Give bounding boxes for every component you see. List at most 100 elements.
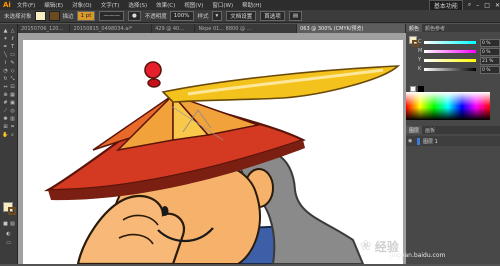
magic-wand-tool-icon[interactable]: ✶ <box>2 36 9 42</box>
watermark: ❀ 经验 jingyan.baidu.com <box>360 228 500 264</box>
opacity-select[interactable]: 100% <box>169 11 194 21</box>
gradient-tool-icon[interactable]: ▣ <box>9 100 16 106</box>
workspace-switcher[interactable]: 基本功能 <box>428 0 463 11</box>
selection-tool-icon[interactable]: ▲ <box>2 28 9 34</box>
doc-tab-active[interactable]: 063 @ 300% (CMYK/预览) <box>297 24 406 33</box>
perspective-grid-tool-icon[interactable]: ▦ <box>9 92 16 98</box>
eyedropper-tool-icon[interactable]: ⟋ <box>2 108 9 114</box>
selection-status: 未选择对象 <box>4 14 32 20</box>
channel-y-value[interactable]: 21 % <box>480 57 500 65</box>
color-panel-tabs: 颜色 颜色参考 <box>406 24 500 32</box>
hand-tool-icon[interactable]: ✋ <box>2 132 9 138</box>
menu-effect[interactable]: 效果(C) <box>156 1 175 9</box>
eye-icon[interactable]: ◉ <box>408 138 414 144</box>
channel-c-label: C <box>418 39 422 45</box>
channel-k-slider[interactable] <box>424 68 476 71</box>
style-select[interactable]: ▾ <box>211 11 223 21</box>
stroke-color-box[interactable] <box>8 207 16 215</box>
close-icon[interactable]: ✕ <box>495 2 500 9</box>
pen-tool-icon[interactable]: ✒ <box>2 44 9 50</box>
channel-m-value[interactable]: 0 % <box>480 48 500 56</box>
layer-color-chip <box>417 137 420 145</box>
layer-name[interactable]: 图层 1 <box>423 138 438 145</box>
arrange-icon[interactable]: ▤ <box>288 11 303 21</box>
menu-object[interactable]: 对象(O) <box>72 1 92 9</box>
eraser-tool-icon[interactable]: ◇ <box>9 68 16 74</box>
rectangle-tool-icon[interactable]: ▭ <box>9 52 16 58</box>
rotate-tool-icon[interactable]: ↻ <box>2 76 9 82</box>
toolbox: ▲ △ ✶ ℓ ✒ T ╲ ▭ ⌇ ✎ ◔ ◇ ↻ ⤡ ⇔ ⊡ ⊕ ▦ # ▣ … <box>0 24 18 264</box>
document-tabs: 20150706_120... 20150815_0498034.ai* 429… <box>18 24 406 33</box>
artboard-tool-icon[interactable]: ⊞ <box>2 124 9 130</box>
blob-brush-tool-icon[interactable]: ◔ <box>2 68 9 74</box>
lasso-tool-icon[interactable]: ℓ <box>9 36 16 42</box>
shape-builder-tool-icon[interactable]: ⊕ <box>2 92 9 98</box>
doc-setup-button[interactable]: 文档设置 <box>226 11 257 21</box>
blend-tool-icon[interactable]: ◎ <box>9 108 16 114</box>
line-tool-icon[interactable]: ╲ <box>2 52 9 58</box>
doc-tab[interactable]: 20150815_0498034.ai* <box>70 24 153 33</box>
opacity-label: 不透明度 <box>144 14 167 20</box>
cursor-icon: ⌐ <box>23 128 24 137</box>
channel-c-value[interactable]: 0 % <box>480 39 500 47</box>
menu-help[interactable]: 帮助(H) <box>242 1 261 9</box>
stroke-label: 描边 <box>62 14 74 20</box>
watermark-url: jingyan.baidu.com <box>390 252 446 259</box>
stroke-swatch[interactable] <box>48 11 60 21</box>
free-transform-tool-icon[interactable]: ⊡ <box>9 84 16 90</box>
eye-shape <box>161 206 169 216</box>
menu-type[interactable]: 文字(T) <box>101 1 120 9</box>
zoom-tool-icon[interactable]: ⌕ <box>9 132 16 138</box>
mesh-tool-icon[interactable]: # <box>2 100 9 106</box>
channel-y-label: Y <box>418 57 422 63</box>
artboard[interactable]: ⌐ <box>17 40 403 266</box>
tab-color[interactable]: 颜色 <box>406 24 423 32</box>
screen-mode-icon[interactable]: ▭ <box>5 240 12 246</box>
menu-window[interactable]: 窗口(W) <box>212 1 233 9</box>
channel-m-label: M <box>418 48 423 54</box>
style-label: 样式 <box>197 14 209 20</box>
artwork-illustration[interactable]: ⌐ <box>17 40 403 266</box>
layers-panel: 图层 画板 ◉ 图层 1 <box>406 126 500 230</box>
direct-selection-tool-icon[interactable]: △ <box>9 28 16 34</box>
doc-tab[interactable]: 20150706_120... <box>18 24 71 33</box>
draw-mode-icon[interactable]: ◐ <box>5 231 12 237</box>
stroke-weight-select[interactable]: 1 pt <box>76 11 96 21</box>
menu-bar: Ai 文件(F) 编辑(E) 对象(O) 文字(T) 选择(S) 效果(C) 视… <box>0 0 500 11</box>
channel-c-slider[interactable] <box>424 41 476 44</box>
minimize-icon[interactable]: – <box>476 2 479 9</box>
fill-swatch[interactable] <box>34 11 46 21</box>
paintbrush-tool-icon[interactable]: ⌇ <box>2 60 9 66</box>
search-icon[interactable]: ⌕ <box>468 1 471 9</box>
tab-artboards[interactable]: 画板 <box>422 126 438 134</box>
slice-tool-icon[interactable]: ⌗ <box>9 124 16 130</box>
symbol-sprayer-tool-icon[interactable]: ✺ <box>2 116 9 122</box>
tab-color-guide[interactable]: 颜色参考 <box>422 24 448 32</box>
doc-tab[interactable]: 429 @ 40... <box>152 24 196 33</box>
channel-k-value[interactable]: 0 % <box>480 66 500 74</box>
pencil-tool-icon[interactable]: ✎ <box>9 60 16 66</box>
app-logo: Ai <box>3 1 11 9</box>
type-tool-icon[interactable]: T <box>9 44 16 50</box>
variable-width-select[interactable]: ——— <box>99 11 124 21</box>
layer-row[interactable]: ◉ 图层 1 <box>406 136 500 146</box>
channel-y-slider[interactable] <box>424 59 476 62</box>
graph-tool-icon[interactable]: ▥ <box>9 116 16 122</box>
menu-select[interactable]: 选择(S) <box>128 1 147 9</box>
gradient-mode-icon[interactable]: ▧ <box>9 221 16 227</box>
brush-select[interactable]: ● <box>127 11 141 21</box>
preferences-button[interactable]: 首选项 <box>260 11 285 21</box>
color-spectrum[interactable] <box>406 92 490 120</box>
width-tool-icon[interactable]: ⇔ <box>2 84 9 90</box>
menu-edit[interactable]: 编辑(E) <box>44 1 63 9</box>
tab-layers[interactable]: 图层 <box>406 126 423 134</box>
maximize-icon[interactable]: □ <box>484 2 490 9</box>
menu-file[interactable]: 文件(F) <box>17 1 35 9</box>
color-mode-icon[interactable]: ■ <box>2 221 9 227</box>
hat-knob-shape <box>144 61 162 79</box>
menu-view[interactable]: 视图(V) <box>184 1 203 9</box>
control-bar: 未选择对象 描边 1 pt ——— ● 不透明度 100% 样式 ▾ 文档设置 … <box>0 10 500 23</box>
doc-tab[interactable]: Nkpe 01... 8800 @ ... <box>195 24 298 33</box>
channel-m-slider[interactable] <box>424 50 476 53</box>
scale-tool-icon[interactable]: ⤡ <box>9 76 16 82</box>
